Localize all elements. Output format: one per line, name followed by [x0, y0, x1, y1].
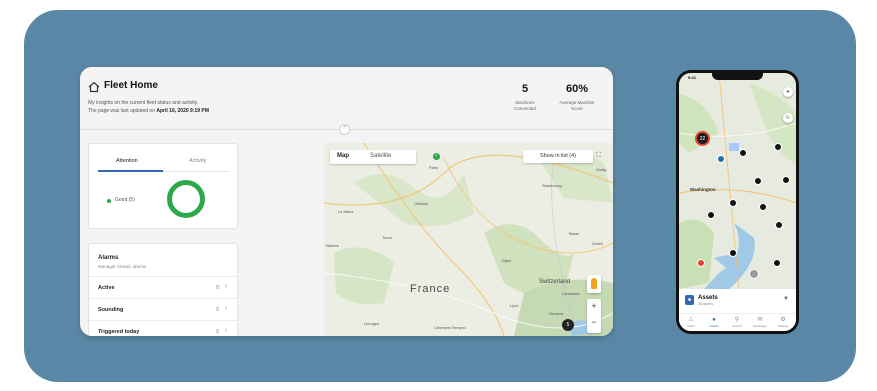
map-city-label: Washington	[690, 187, 716, 192]
alert-icon: ⚠	[688, 317, 694, 323]
page-header: Fleet Home My insights on the current fl…	[80, 67, 613, 130]
chevron-right-icon: ›	[224, 283, 227, 290]
page-title: Fleet Home	[104, 80, 158, 91]
tab-activity[interactable]: Activity	[189, 158, 206, 164]
asset-marker[interactable]	[749, 269, 759, 279]
device-notch	[712, 73, 763, 80]
map-place-label: Dijon	[502, 258, 512, 263]
map-place-label: Lausanne	[562, 291, 580, 296]
show-in-list-button[interactable]: Show in list (4)	[523, 150, 593, 163]
message-icon: ✉	[757, 317, 763, 323]
alarm-row-triggered-today[interactable]: Triggered today 0 ›	[89, 320, 237, 336]
map-place-label: Paris	[429, 165, 439, 170]
map-place-label: Lyon	[510, 303, 519, 308]
average-score-value: 60%	[565, 83, 589, 95]
good-status-dot	[107, 199, 111, 203]
satellite-view-button[interactable]: Satellite	[370, 153, 391, 159]
chevron-right-icon: ›	[224, 327, 227, 334]
map-place-label: Geneva	[549, 311, 564, 316]
alarms-subtitle: Manager Classic alarms	[98, 264, 147, 269]
map-type-toggle: Map Satellite	[330, 150, 416, 164]
tab-messages[interactable]: ✉ Messages	[749, 316, 771, 328]
mobile-screen: 9:41 ➤ ↻ 22 Washington ■ Assets 26 asset…	[679, 73, 796, 331]
collapse-header-button[interactable]: ⌃	[339, 124, 350, 135]
map-cluster-marker[interactable]: 22	[695, 131, 710, 146]
map-place-label: Strasbourg	[542, 183, 562, 188]
filter-icon[interactable]: ▼	[783, 296, 789, 302]
status-bar-time: 9:41	[688, 75, 697, 80]
home-icon	[88, 81, 100, 93]
active-tab-indicator	[98, 170, 163, 172]
good-status-legend: Good (5)	[115, 197, 135, 203]
street-view-pegman-icon[interactable]	[587, 275, 601, 293]
asset-marker[interactable]	[759, 203, 767, 211]
alarms-panel: Alarms Manager Classic alarms Active 0 ›…	[88, 243, 238, 336]
location-arrow-icon[interactable]: ➤	[783, 87, 793, 97]
tab-attention[interactable]: Attention	[116, 158, 138, 164]
sheet-subtitle: 26 assets	[698, 302, 713, 306]
chevron-right-icon: ›	[224, 305, 227, 312]
mobile-device: 9:41 ➤ ↻ 22 Washington ■ Assets 26 asset…	[676, 70, 799, 334]
alert-marker[interactable]	[697, 259, 705, 267]
refresh-icon[interactable]: ↻	[783, 113, 793, 123]
asset-marker[interactable]	[775, 221, 783, 229]
region-label: Switzerland	[539, 279, 571, 285]
tab-assets[interactable]: ● Assets	[703, 316, 725, 328]
attention-panel: Attention Activity Good (5)	[88, 143, 238, 229]
zoom-out-button[interactable]: −	[587, 317, 601, 327]
status-donut-chart	[167, 180, 205, 218]
assets-icon: ■	[685, 295, 694, 305]
asset-marker[interactable]	[773, 259, 781, 267]
map-place-label: Le Mans	[338, 209, 354, 214]
gear-icon: ⚙	[780, 317, 786, 323]
zoom-controls: + −	[587, 299, 601, 333]
map-place-label: Stuttg	[596, 167, 607, 172]
map-place-label: Clermont-Ferrand	[434, 325, 466, 330]
bottom-tab-bar: ⚠ Alerts ● Assets ⚲ Search ✉ Messages ⚙ Setti…	[679, 313, 796, 331]
asset-marker[interactable]	[729, 249, 737, 257]
map-view-button[interactable]: Map	[337, 153, 349, 159]
asset-marker[interactable]	[707, 211, 715, 219]
tab-search[interactable]: ⚲ Search	[726, 316, 748, 328]
map-place-label: Nantes	[326, 243, 339, 248]
alarm-label: Sounding	[98, 307, 124, 313]
person-icon: ●	[712, 317, 716, 323]
map-terrain	[324, 143, 613, 336]
alarm-count: 0	[216, 285, 219, 291]
alarm-count: 0	[216, 329, 219, 335]
page-subtitle: My insights on the current fleet status …	[88, 100, 199, 106]
current-location-marker	[717, 155, 725, 163]
asset-marker[interactable]	[729, 199, 737, 207]
assets-bottom-sheet[interactable]: ■ Assets 26 assets ▼ ⚠ Alerts ● Assets ⚲ Se…	[679, 289, 796, 331]
tab-alerts[interactable]: ⚠ Alerts	[680, 316, 702, 328]
sheet-title: Assets	[698, 295, 718, 301]
asset-marker[interactable]	[739, 149, 747, 157]
zoom-in-button[interactable]: +	[587, 301, 601, 311]
map-cluster-marker[interactable]: 5	[562, 319, 574, 331]
search-icon: ⚲	[734, 317, 740, 323]
last-updated: The page was last updated on April 16, 2…	[88, 108, 209, 114]
alarm-row-sounding[interactable]: Sounding 0 ›	[89, 298, 237, 320]
alarm-label: Active	[98, 285, 115, 291]
map-place-label: Orléans	[414, 201, 429, 206]
fleet-map[interactable]: Map Satellite Show in list (4) ⛶ Paris S…	[324, 143, 613, 336]
alarms-title: Alarms	[98, 255, 119, 261]
asset-marker[interactable]	[782, 176, 790, 184]
fullscreen-icon[interactable]: ⛶	[596, 152, 601, 160]
map-place-label: Zurich	[592, 241, 604, 246]
tab-settings[interactable]: ⚙ Settings	[772, 316, 794, 328]
asset-marker[interactable]	[774, 143, 782, 151]
map-marker-good[interactable]: ✓	[433, 153, 440, 160]
machines-connected-value: 5	[521, 83, 529, 95]
asset-marker[interactable]	[754, 177, 762, 185]
country-label: France	[410, 283, 451, 295]
alarm-label: Triggered today	[98, 329, 140, 335]
map-place-label: Basel	[569, 231, 580, 236]
machines-connected-label: Machines Connected	[514, 100, 536, 111]
alarm-count: 0	[216, 307, 219, 313]
alarm-row-active[interactable]: Active 0 ›	[89, 276, 237, 298]
average-score-label: Average Machine Score	[559, 100, 595, 111]
map-place-label: Limoges	[364, 321, 380, 326]
map-place-label: Tours	[382, 235, 392, 240]
